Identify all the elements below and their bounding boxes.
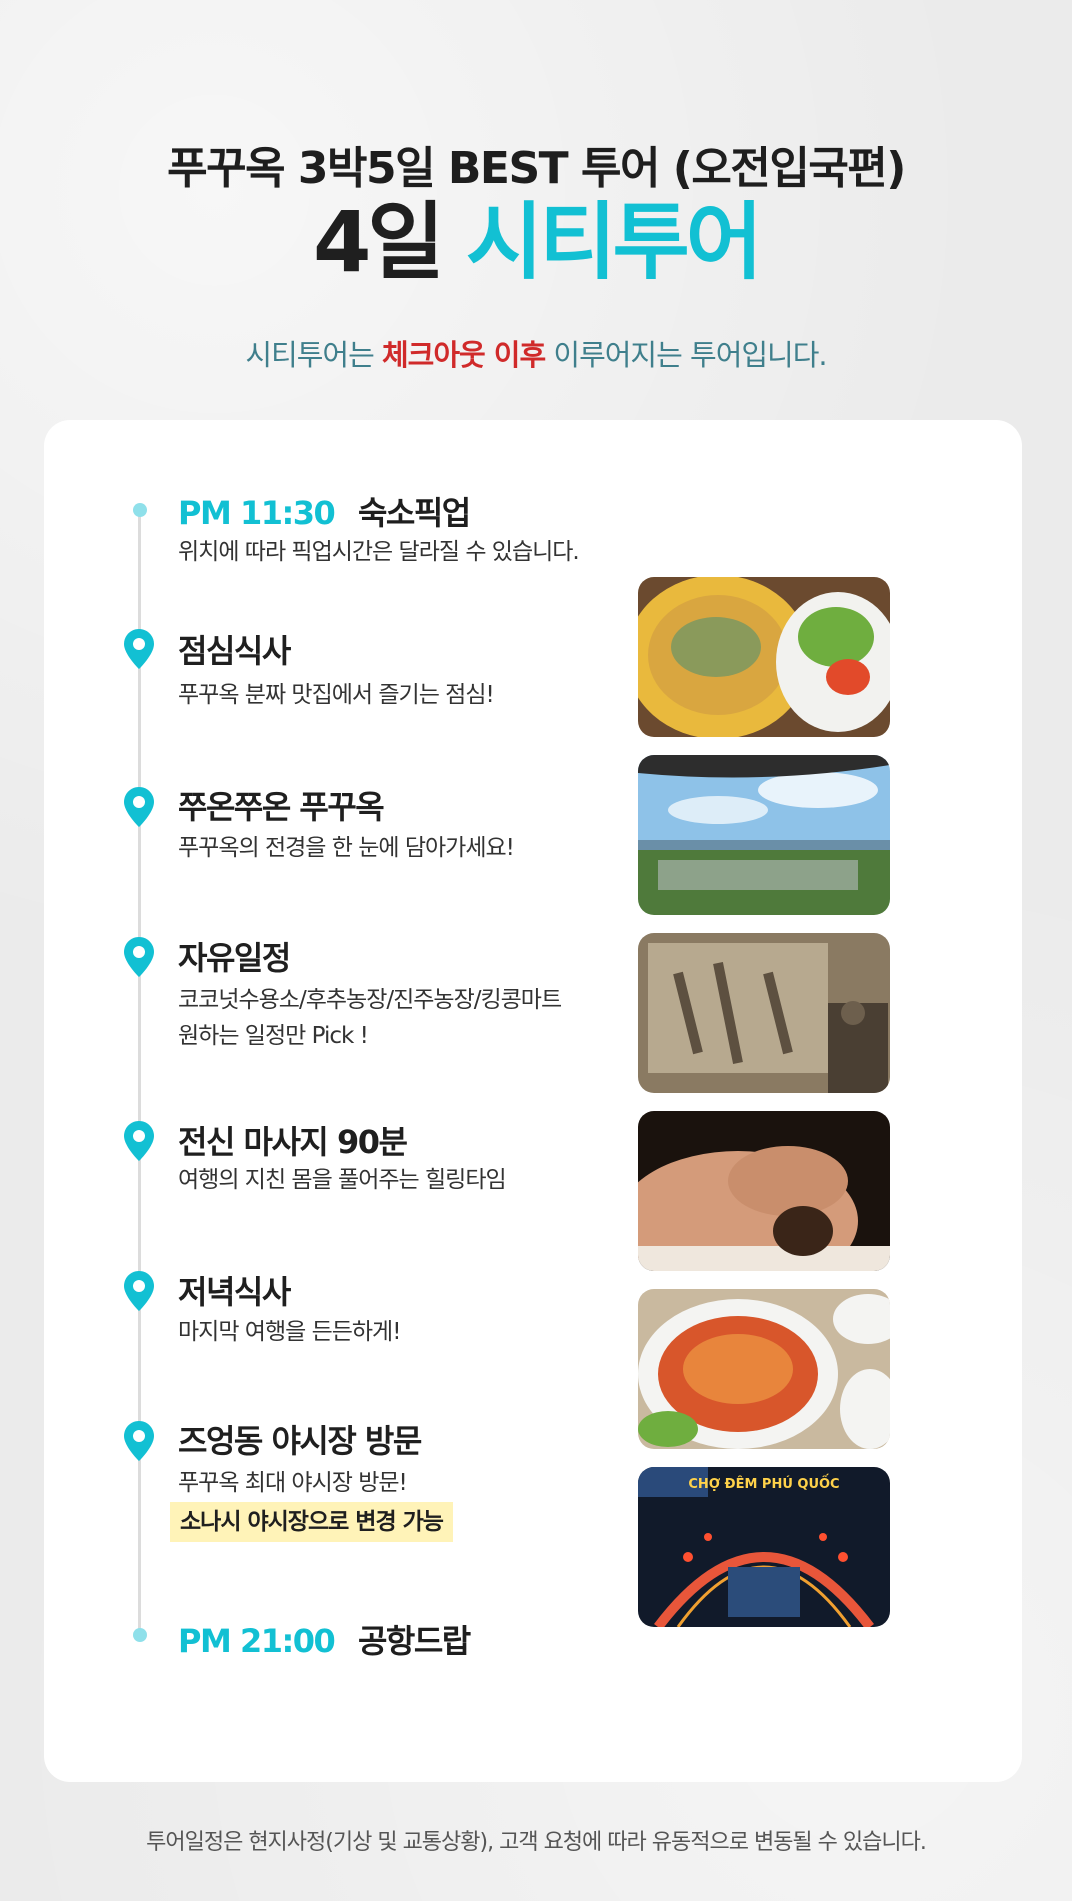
tour-subtitle: 푸꾸옥 3박5일 BEST 투어 (오전입국편)	[167, 143, 906, 194]
start-desc: 위치에 따라 픽업시간은 달라질 수 있습니다.	[178, 539, 580, 565]
stop-desc: 코코넛수용소/후추농장/진주농장/킹콩마트	[178, 987, 562, 1013]
timeline-dot-icon	[133, 503, 147, 517]
end-label: 공항드랍	[357, 1622, 471, 1660]
stop-title: 저녁식사	[178, 1273, 291, 1311]
stop-desc: 마지막 여행을 든든하게!	[178, 1319, 401, 1345]
checkout-notice: 시티투어는 체크아웃 이후 이루어지는 투어입니다.	[0, 332, 1072, 374]
notice-highlight: 체크아웃 이후	[381, 338, 546, 372]
night-market-photo: CHỢ ĐÊM PHÚ QUỐC	[638, 1467, 890, 1627]
stop-title: 점심식사	[178, 632, 291, 670]
start-row: PM 11:30 숙소픽업	[178, 488, 471, 534]
stop-desc: 푸꾸옥 최대 야시장 방문!	[178, 1470, 408, 1496]
title-name: 시티투어	[465, 193, 763, 291]
start-time: PM 11:30	[178, 494, 336, 532]
location-pin-icon	[124, 937, 154, 977]
start-label: 숙소픽업	[357, 494, 471, 532]
stop-desc-2: 원하는 일정만 Pick !	[178, 1023, 369, 1049]
stop-desc: 푸꾸옥의 전경을 한 눈에 담아가세요!	[178, 835, 515, 861]
location-pin-icon	[124, 1271, 154, 1311]
location-pin-icon	[124, 1121, 154, 1161]
timeline-dot-icon	[133, 1628, 147, 1642]
stop-desc: 여행의 지친 몸을 풀어주는 힐링타임	[178, 1167, 507, 1193]
end-row: PM 21:00 공항드랍	[178, 1616, 471, 1662]
notice-prefix: 시티투어는	[245, 338, 374, 372]
stop-title: 즈엉동 야시장 방문	[178, 1422, 422, 1460]
stop-title: 자유일정	[178, 939, 291, 977]
dinner-photo	[638, 1289, 890, 1449]
page-title: 4일 시티투어	[0, 200, 1072, 284]
notice-suffix: 이루어지는 투어입니다.	[553, 338, 827, 372]
night-market-sign: CHỢ ĐÊM PHÚ QUỐC	[688, 1477, 840, 1492]
location-pin-icon	[124, 1421, 154, 1461]
city-view-photo	[638, 755, 890, 915]
end-time: PM 21:00	[178, 1622, 336, 1660]
title-day: 4일	[312, 193, 445, 291]
museum-photo	[638, 933, 890, 1093]
stop-title: 쭈온쭈온 푸꾸옥	[178, 788, 385, 826]
timeline-line	[138, 510, 141, 1634]
footer-note: 투어일정은 현지사정(기상 및 교통상황), 고객 요청에 따라 유동적으로 변…	[146, 1830, 927, 1855]
stop-title: 전신 마사지 90분	[178, 1123, 408, 1161]
location-pin-icon	[124, 787, 154, 827]
massage-photo	[638, 1111, 890, 1271]
stop-desc: 푸꾸옥 분짜 맛집에서 즐기는 점심!	[178, 682, 495, 708]
highlight-badge: 소나시 야시장으로 변경 가능	[170, 1502, 453, 1542]
location-pin-icon	[124, 629, 154, 669]
lunch-photo	[638, 577, 890, 737]
